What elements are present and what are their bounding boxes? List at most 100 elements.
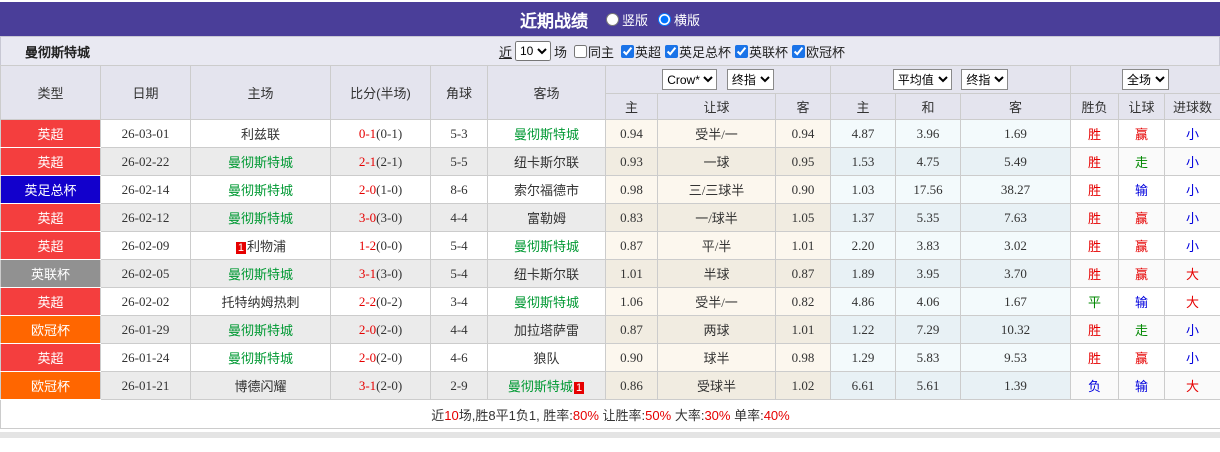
- league-filter-option[interactable]: 英超: [617, 42, 661, 61]
- col-header-home: 主场: [190, 65, 331, 120]
- summary-segment: 30%: [704, 407, 731, 423]
- league-filter-option[interactable]: 英联杯: [731, 42, 788, 61]
- sub-header-europe-home: 主: [830, 93, 897, 120]
- result-cell: 输: [1118, 175, 1166, 204]
- match-row: 英超 26-02-22 曼彻斯特城 2-1(2-1) 5-5 纽卡斯尔联 0.93 一球 0.9…: [0, 147, 1220, 176]
- europe-odds-cell: 4.86: [830, 287, 897, 316]
- away-team-cell: 加拉塔萨雷: [487, 315, 606, 344]
- away-team-name: 索尔福德市: [513, 183, 579, 198]
- date-cell: 26-02-14: [100, 175, 191, 204]
- recent-count-select[interactable]: 10: [514, 41, 551, 61]
- away-team-name: 狼队: [533, 351, 560, 366]
- corners-cell: 3-4: [430, 287, 488, 316]
- full-time-score: 3-1: [358, 377, 377, 393]
- col-header-date: 日期: [100, 65, 191, 120]
- league-type-cell: 英联杯: [0, 259, 101, 288]
- full-time-score: 3-0: [358, 209, 377, 225]
- handicap-odds-cell: 0.86: [605, 371, 658, 400]
- bookmaker-select[interactable]: Crow*: [662, 69, 718, 90]
- league-filter-checkbox[interactable]: [620, 44, 634, 58]
- league-filter-option[interactable]: 英足总杯: [661, 42, 731, 61]
- date-cell: 26-02-22: [100, 147, 191, 176]
- league-filter-label: 英足总杯: [679, 44, 732, 60]
- match-row: 英联杯 26-02-05 曼彻斯特城 3-1(3-0) 5-4 纽卡斯尔联 1.01 半球 0.…: [0, 259, 1220, 288]
- league-filter-checkbox[interactable]: [792, 44, 806, 58]
- away-team-cell: 曼彻斯特城: [487, 231, 606, 260]
- result-cell: 赢: [1118, 259, 1166, 288]
- score-cell: 3-1(2-0): [330, 371, 431, 400]
- sub-header-handicap-line: 让球: [657, 93, 776, 120]
- handicap-odds-cell: 0.82: [774, 287, 832, 316]
- score-cell: 1-2(0-0): [330, 231, 431, 260]
- summary-segment: 10: [444, 407, 459, 423]
- col-header-score: 比分(半场): [330, 65, 431, 120]
- europe-odds-cell: 2.20: [830, 231, 897, 260]
- europe-odds-time-select[interactable]: 终指: [961, 69, 1009, 90]
- handicap-odds-cell: 1.01: [605, 259, 658, 288]
- result-cell: 大: [1164, 287, 1220, 316]
- half-time-score: (3-0): [376, 209, 403, 225]
- handicap-odds-cell: 0.95: [774, 147, 832, 176]
- result-cell: 赢: [1118, 343, 1166, 372]
- europe-odds-cell: 1.37: [830, 203, 897, 232]
- handicap-odds-cell: 0.94: [605, 119, 658, 148]
- sub-header-handicap-away: 客: [774, 93, 832, 120]
- date-cell: 26-03-01: [100, 119, 191, 148]
- layout-option-horizontal[interactable]: 横版: [658, 10, 700, 29]
- europe-odds-source-select[interactable]: 平均值: [892, 69, 952, 90]
- layout-radio-vertical-label: 竖版: [621, 12, 648, 28]
- league-filter-checkbox[interactable]: [665, 44, 678, 58]
- layout-option-vertical[interactable]: 竖版: [605, 10, 648, 29]
- rank-badge: 1: [235, 242, 247, 254]
- handicap-odds-cell: 1.05: [774, 203, 832, 232]
- recent-label[interactable]: 近: [499, 42, 512, 61]
- handicap-odds-time-select[interactable]: 终指: [726, 69, 774, 90]
- result-cell: 胜: [1070, 119, 1120, 148]
- sub-header-europe-draw: 和: [895, 93, 962, 120]
- layout-radio-horizontal[interactable]: [658, 12, 671, 26]
- date-cell: 26-02-05: [100, 259, 191, 288]
- home-team-name: 利兹联: [240, 127, 280, 142]
- europe-odds-cell: 7.29: [895, 315, 962, 344]
- summary-segment: 单率:: [730, 407, 764, 423]
- date-cell: 26-01-24: [100, 343, 191, 372]
- result-cell: 大: [1164, 259, 1220, 288]
- date-cell: 26-01-21: [100, 371, 191, 400]
- league-type-cell: 英足总杯: [0, 175, 101, 204]
- europe-odds-cell: 5.61: [895, 371, 962, 400]
- sub-header-winloss: 胜负: [1070, 93, 1120, 120]
- home-team-cell: 托特纳姆热刺: [190, 287, 331, 316]
- league-type-cell: 英超: [0, 287, 101, 316]
- handicap-odds-cell: 一球: [657, 147, 776, 176]
- result-cell: 赢: [1118, 231, 1166, 260]
- match-row: 英足总杯 26-02-14 曼彻斯特城 2-0(1-0) 8-6 索尔福德市 0.98 三/三…: [0, 175, 1220, 204]
- full-time-score: 1-2: [358, 237, 377, 253]
- away-team-name: 纽卡斯尔联: [513, 267, 579, 282]
- result-cell: 走: [1118, 147, 1166, 176]
- handicap-odds-cell: 受半/一: [657, 287, 776, 316]
- home-team-name: 曼彻斯特城: [227, 155, 293, 170]
- europe-odds-cell: 7.63: [960, 203, 1072, 232]
- league-filter-label: 英超: [634, 44, 661, 60]
- layout-radio-vertical[interactable]: [605, 12, 619, 26]
- league-filter-option[interactable]: 欧冠杯: [788, 42, 845, 61]
- half-time-score: (3-0): [376, 265, 403, 281]
- score-cell: 2-0(2-0): [330, 315, 431, 344]
- handicap-odds-cell: 平/半: [657, 231, 776, 260]
- home-team-name: 曼彻斯特城: [227, 183, 293, 198]
- filter-bar: 曼彻斯特城 近 10 场 同主 英超 英足总杯 英联杯 欧冠杯: [0, 36, 1220, 65]
- league-filter-checkbox[interactable]: [735, 44, 749, 58]
- half-time-score: (2-0): [376, 321, 403, 337]
- europe-odds-cell: 4.06: [895, 287, 962, 316]
- same-home-option[interactable]: 同主: [570, 42, 614, 61]
- summary-segment: 让胜率:: [598, 407, 646, 423]
- same-home-checkbox[interactable]: [573, 44, 587, 58]
- away-team-cell: 索尔福德市: [487, 175, 606, 204]
- summary-segment: 80%: [572, 407, 599, 423]
- home-team-name: 曼彻斯特城: [227, 351, 293, 366]
- match-period-select[interactable]: 全场: [1122, 69, 1170, 90]
- match-row: 英超 26-03-01 利兹联 0-1(0-1) 5-3 曼彻斯特城 0.94 受半/一 0.9…: [0, 119, 1220, 148]
- team-name: 曼彻斯特城: [25, 44, 91, 60]
- europe-odds-cell: 6.61: [830, 371, 897, 400]
- handicap-odds-cell: 球半: [657, 343, 776, 372]
